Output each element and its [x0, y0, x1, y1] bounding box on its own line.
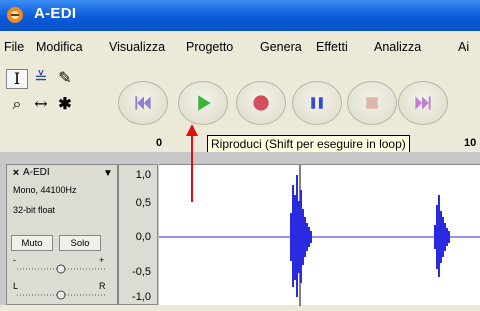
ruler-tick-10: 10 [464, 137, 477, 149]
menu-analizza[interactable]: Analizza [374, 40, 421, 54]
scale-label-minus1: -1,0 [132, 291, 151, 303]
menu-ai[interactable]: Ai [458, 40, 469, 54]
solo-button[interactable]: Solo [59, 235, 101, 251]
multi-tool-icon[interactable]: ✱ [54, 95, 76, 115]
pause-button[interactable] [292, 81, 342, 125]
waveform-svg [159, 165, 480, 306]
stop-button[interactable] [347, 81, 397, 125]
scale-label-minus05: -0,5 [132, 266, 151, 278]
menu-visualizza[interactable]: Visualizza [109, 40, 165, 54]
pan-slider-track [17, 290, 105, 300]
toolbar: I ≚ ✎ ⌕ ↔ ✱ [0, 63, 480, 135]
track-name[interactable]: A-EDI [23, 167, 50, 178]
skip-start-icon [135, 96, 151, 110]
menu-progetto[interactable]: Progetto [186, 40, 233, 54]
play-tooltip: Riproduci (Shift per eseguire in loop) [207, 135, 410, 153]
skip-to-start-button[interactable] [118, 81, 168, 125]
title-bar[interactable]: A-EDI [0, 0, 480, 31]
track-menu-chevron-down-icon[interactable]: ▼ [103, 168, 113, 179]
record-icon [253, 95, 269, 111]
window-title: A-EDI [34, 5, 77, 22]
skip-to-end-button[interactable] [398, 81, 448, 125]
ruler-tick-0: 0 [156, 137, 163, 149]
annotation-arrow-icon [186, 124, 198, 202]
waveform-display[interactable] [159, 164, 480, 306]
waveform-burst-1 [290, 175, 312, 297]
menu-genera[interactable]: Genera [260, 40, 302, 54]
menu-bar: File Modifica Visualizza Progetto Genera… [0, 31, 480, 63]
vertical-scale: 1,0 0,5 0,0 -0,5 -1,0 [118, 164, 158, 305]
menu-effetti[interactable]: Effetti [316, 40, 348, 54]
track-rate: Mono, 44100Hz [13, 185, 77, 195]
record-button[interactable] [236, 81, 286, 125]
waveform-burst-2 [434, 195, 450, 277]
pause-icon [311, 97, 323, 109]
track-control-panel: × A-EDI ▼ Mono, 44100Hz 32-bit float Mut… [6, 164, 118, 305]
skip-end-icon [415, 96, 431, 110]
pan-slider[interactable]: L R [13, 281, 109, 303]
menu-modifica[interactable]: Modifica [36, 40, 83, 54]
envelope-tool-icon[interactable]: ≚ [30, 69, 52, 89]
menu-file[interactable]: File [4, 40, 24, 54]
gain-slider[interactable]: - + [13, 255, 109, 277]
track-format: 32-bit float [13, 205, 56, 215]
selection-tool-icon[interactable]: I [6, 69, 28, 89]
audacity-app-icon [7, 7, 23, 23]
track-area: × A-EDI ▼ Mono, 44100Hz 32-bit float Mut… [0, 152, 480, 306]
track-close-icon[interactable]: × [10, 168, 22, 180]
scale-label-05: 0,5 [135, 197, 151, 209]
scale-label-1: 1,0 [135, 169, 151, 181]
scale-label-0: 0,0 [135, 231, 151, 243]
stop-icon [366, 97, 378, 109]
draw-tool-icon[interactable]: ✎ [54, 69, 76, 89]
play-button[interactable] [178, 81, 228, 125]
mute-button[interactable]: Muto [11, 235, 53, 251]
zoom-tool-icon[interactable]: ⌕ [6, 95, 28, 115]
play-icon [198, 95, 211, 111]
tools-grid: I ≚ ✎ ⌕ ↔ ✱ [4, 67, 82, 119]
gain-slider-track [17, 264, 105, 274]
timeshift-tool-icon[interactable]: ↔ [30, 95, 52, 115]
